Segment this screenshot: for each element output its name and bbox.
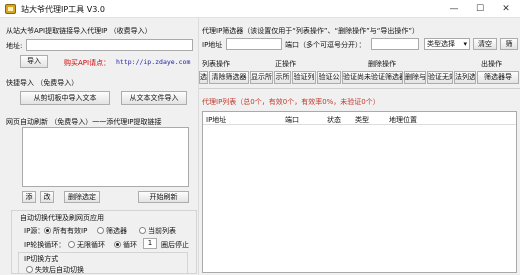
radio-selected-icon: [114, 240, 121, 248]
import-button[interactable]: 导入: [20, 55, 48, 68]
verify-ops-header: 正操作: [275, 60, 296, 68]
ip-address-label: IP地址: [202, 41, 223, 49]
app-window: 站大爷代理IP工具 V3.0 — ☐ ✕ 从站大爷API提取链接导入代理IP （…: [0, 0, 520, 275]
filter-title: 代理IP筛选器（该设置仅用于“列表操作”、“删除操作”与“导出操作”）: [202, 27, 420, 35]
maximize-button[interactable]: ☐: [468, 1, 492, 17]
import-from-clipboard-button[interactable]: 从剪切板中导入文本: [20, 91, 110, 105]
column-header-type[interactable]: 类型: [355, 115, 369, 125]
column-header-port[interactable]: 端口: [285, 115, 299, 125]
delete-and-button[interactable]: 删除与: [404, 71, 426, 84]
radio-icon: [139, 226, 146, 234]
switch-on-fail-label: 失效后自动切换: [35, 266, 84, 274]
window-title: 站大爷代理IP工具 V3.0: [21, 5, 105, 14]
column-header-ip[interactable]: IP地址: [206, 115, 226, 125]
type-select-label: 类型选择: [427, 40, 455, 48]
show-button[interactable]: 示所: [274, 71, 291, 84]
clear-filter-ops-button[interactable]: 清除筛选器: [209, 71, 249, 84]
ops-button-select[interactable]: 选: [199, 71, 208, 84]
type-select[interactable]: 类型选择 ▾: [424, 38, 470, 50]
section-divider: [199, 88, 520, 89]
ip-source-all-valid-label: 所有有效IP: [53, 227, 88, 235]
cycle-count-option[interactable]: 循环: [114, 240, 137, 250]
radio-icon: [26, 265, 33, 273]
title-bar: 站大爷代理IP工具 V3.0 — ☐ ✕: [0, 0, 520, 18]
import-from-textfile-button[interactable]: 从文本文件导入: [121, 91, 187, 105]
show-all-button[interactable]: 显示所: [250, 71, 273, 84]
filter-ip-input[interactable]: [226, 38, 282, 50]
delete-invalid-button[interactable]: 验证无效: [427, 71, 453, 84]
proxy-list-status: 代理IP列表（总0个，有效0个，有效率0%，未验证0个）: [202, 98, 380, 106]
cycle-infinite-option[interactable]: 无限循环: [68, 240, 105, 250]
verify-public-button[interactable]: 验证公: [317, 71, 341, 84]
cycle-infinite-label: 无限循环: [77, 241, 105, 249]
export-filter-button[interactable]: 筛选器导: [477, 71, 519, 84]
minimize-button[interactable]: —: [442, 1, 466, 17]
purchase-link[interactable]: http://ip.zdaye.com: [116, 58, 190, 66]
ip-source-current-list-label: 当前列表: [148, 227, 176, 235]
address-label: 地址:: [6, 42, 23, 50]
chevron-down-icon: ▾: [463, 40, 467, 48]
proxy-table[interactable]: IP地址 端口 状态 类型 地理位置: [202, 111, 517, 273]
filter-port-input[interactable]: [371, 38, 419, 50]
method-select-button[interactable]: 法列选: [454, 71, 476, 84]
ip-source-filter[interactable]: 筛选器: [97, 226, 127, 236]
column-header-status[interactable]: 状态: [327, 115, 341, 125]
close-button[interactable]: ✕: [494, 1, 518, 17]
start-refresh-button[interactable]: 开始刷新: [138, 191, 189, 203]
quick-import-title: 快捷导入 （免费导入）: [6, 79, 79, 87]
refresh-links-list[interactable]: [22, 127, 189, 187]
switch-mode-label: IP切换方式: [24, 255, 59, 263]
cycle-count-input[interactable]: 1: [143, 238, 157, 249]
ip-source-label: IP源：: [24, 227, 45, 235]
port-label: 端口（多个可逗号分开）：: [285, 41, 366, 49]
radio-icon: [68, 240, 75, 248]
cycle-count-label: 循环: [123, 241, 137, 249]
list-ops-header: 列表操作: [202, 60, 230, 68]
export-ops-header: 出操作: [481, 60, 502, 68]
auto-switch-title: 自动切换代理及刷网页应用: [20, 214, 104, 222]
panel-divider: [198, 18, 199, 275]
switch-on-fail-option[interactable]: 失效后自动切换: [26, 265, 84, 275]
ip-source-all-valid[interactable]: 所有有效IP: [44, 226, 87, 236]
edit-link-button[interactable]: 改: [40, 191, 54, 203]
delete-selected-button[interactable]: 删除选定: [64, 191, 100, 203]
ip-source-filter-label: 筛选器: [106, 227, 127, 235]
cycle-label: IP轮换循环：: [24, 241, 66, 249]
verify-list-button[interactable]: 验证列: [292, 71, 316, 84]
filter-button[interactable]: 筛: [500, 38, 518, 50]
delete-ops-header: 删除操作: [368, 60, 396, 68]
clear-filter-button[interactable]: 清空: [473, 38, 497, 50]
radio-icon: [97, 226, 104, 234]
api-import-title: 从站大爷API提取链接导入代理IP （收费导入）: [6, 27, 152, 35]
api-address-input[interactable]: [26, 39, 193, 51]
column-header-location[interactable]: 地理位置: [389, 115, 417, 125]
radio-selected-icon: [44, 226, 51, 234]
auto-refresh-title: 网页自动刷新 （免费导入）一一添代理IP提取链接: [6, 118, 162, 126]
cycle-suffix: 圈后停止: [161, 241, 189, 249]
add-link-button[interactable]: 添: [22, 191, 36, 203]
ip-source-current-list[interactable]: 当前列表: [139, 226, 176, 236]
verify-unverified-button[interactable]: 验证尚未验证筛选器: [342, 71, 403, 84]
app-icon: [5, 4, 16, 14]
purchase-api-label: 购买API请点：: [64, 59, 111, 67]
